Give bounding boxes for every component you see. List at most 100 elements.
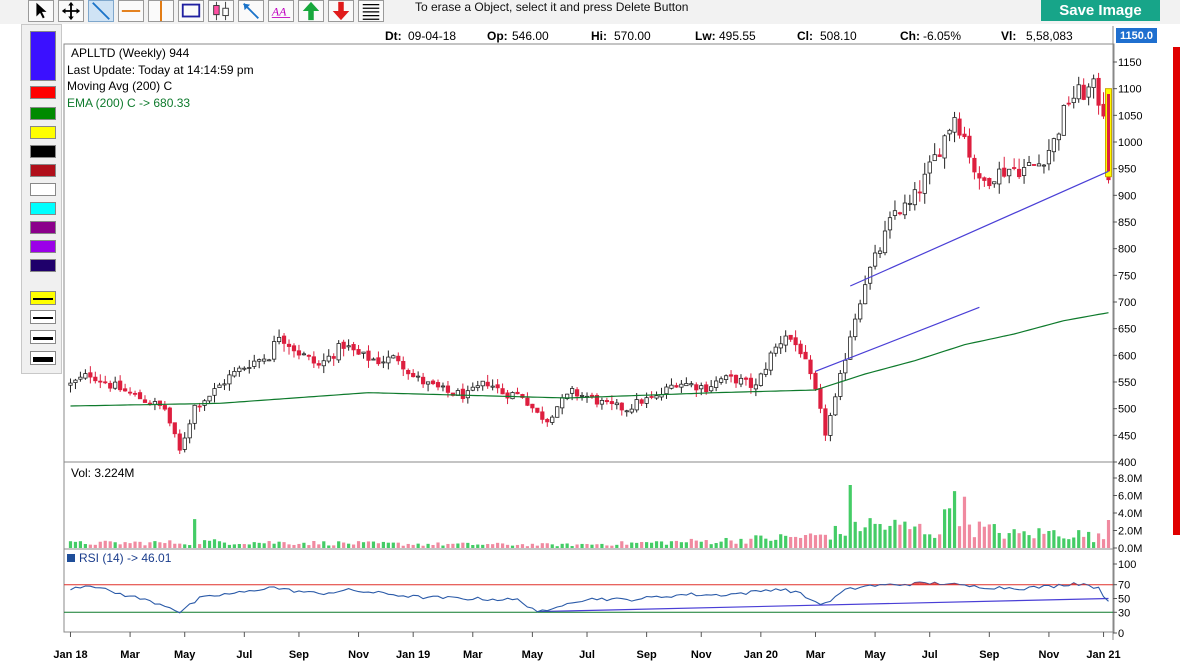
volume-bar [1037, 528, 1041, 548]
volume-bar [391, 542, 395, 548]
rsi-tick-label: 30 [1118, 607, 1130, 619]
volume-bar [476, 544, 480, 548]
candle-up [73, 379, 78, 383]
moving-avg-label: Moving Avg (200) C [67, 79, 173, 93]
volume-bar [600, 543, 604, 548]
volume-bar [1032, 538, 1036, 548]
volume-bar [898, 524, 902, 548]
volume-bar [327, 545, 331, 548]
candle-up [833, 396, 838, 416]
volume-bar [640, 541, 644, 548]
candle-up [912, 189, 917, 206]
candle-up [1007, 168, 1012, 177]
volume-bar [143, 545, 147, 548]
volume-bar [1072, 537, 1076, 548]
volume-bar [252, 542, 256, 548]
candle-up [475, 385, 480, 389]
volume-bar [863, 527, 867, 548]
volume-bar [923, 534, 927, 548]
volume-bar [183, 544, 187, 548]
candle-down [401, 360, 406, 370]
candle-down [460, 388, 465, 399]
volume-bar [987, 524, 991, 548]
candle-down [142, 399, 148, 403]
price-tick-label: 1050 [1118, 110, 1142, 122]
candle-down [649, 396, 654, 398]
volume-bar [699, 541, 703, 548]
candle-down [366, 350, 371, 361]
volume-bar [848, 485, 852, 548]
candle-up [997, 168, 1002, 185]
volume-bar [838, 534, 842, 548]
price-tick-label: 400 [1118, 457, 1136, 469]
candle-down [485, 381, 490, 387]
volume-bar [853, 521, 857, 548]
candle-down [962, 133, 967, 138]
candle-up [242, 367, 247, 370]
volume-bar [237, 544, 241, 548]
volume-bar [481, 544, 485, 548]
candle-down [316, 363, 321, 366]
volume-bar [535, 545, 539, 548]
rsi-overbought-fill [934, 582, 940, 585]
volume-bar [366, 541, 371, 548]
volume-bar [997, 532, 1001, 548]
volume-bar [918, 523, 922, 548]
volume-bar [510, 545, 515, 548]
volume-bar [351, 544, 356, 548]
candle-up [217, 384, 222, 388]
x-tick-label: Mar [120, 649, 140, 661]
price-tick-label: 850 [1118, 217, 1136, 229]
candle-down [127, 391, 133, 394]
volume-bar [803, 535, 808, 548]
volume-bar [659, 541, 664, 548]
candle-down [281, 335, 287, 344]
volume-bar [441, 545, 445, 548]
candle-down [98, 380, 103, 383]
candle-down [897, 212, 903, 215]
volume-bar [1057, 536, 1061, 548]
side-scroll-bar[interactable] [1173, 47, 1180, 535]
candle-down [1012, 167, 1017, 169]
last-candle [1107, 94, 1111, 172]
volume-bar [962, 496, 967, 548]
candle-down [88, 372, 93, 378]
rsi-tick-label: 0 [1118, 628, 1124, 640]
volume-bar [833, 525, 837, 548]
candle-up [719, 378, 724, 383]
x-tick-label: Jul [579, 649, 595, 661]
volume-bar [769, 540, 773, 548]
candle-up [222, 383, 227, 386]
candle-down [937, 154, 942, 157]
volume-label: Vol: 3.224M [71, 466, 135, 480]
volume-bar [292, 544, 296, 548]
candle-up [877, 250, 883, 254]
symbol-title: APLLTD (Weekly) 944 [71, 46, 190, 60]
volume-bar [113, 542, 117, 548]
candle-down [788, 334, 793, 340]
candle-down [197, 405, 202, 408]
volume-bar [972, 537, 977, 548]
candle-down [818, 388, 823, 409]
volume-bar [684, 542, 688, 548]
candle-up [714, 380, 719, 388]
candle-down [331, 356, 336, 359]
candle-down [291, 345, 297, 352]
volume-bar [461, 542, 465, 548]
rsi-label: RSI (14) -> 46.01 [67, 551, 171, 565]
volume-bar [779, 534, 783, 548]
volume-bar [520, 544, 525, 548]
candle-down [813, 372, 818, 390]
volume-bar [108, 541, 112, 548]
volume-bar [262, 543, 266, 548]
volume-bar [759, 535, 763, 548]
candle-up [654, 395, 659, 399]
candle-up [684, 383, 689, 387]
candle-up [465, 390, 470, 399]
x-tick-label: Mar [806, 649, 826, 661]
volume-bar [734, 543, 738, 548]
candle-up [570, 388, 575, 394]
candle-up [113, 381, 118, 389]
candle-down [530, 403, 535, 409]
candle-up [709, 386, 714, 392]
